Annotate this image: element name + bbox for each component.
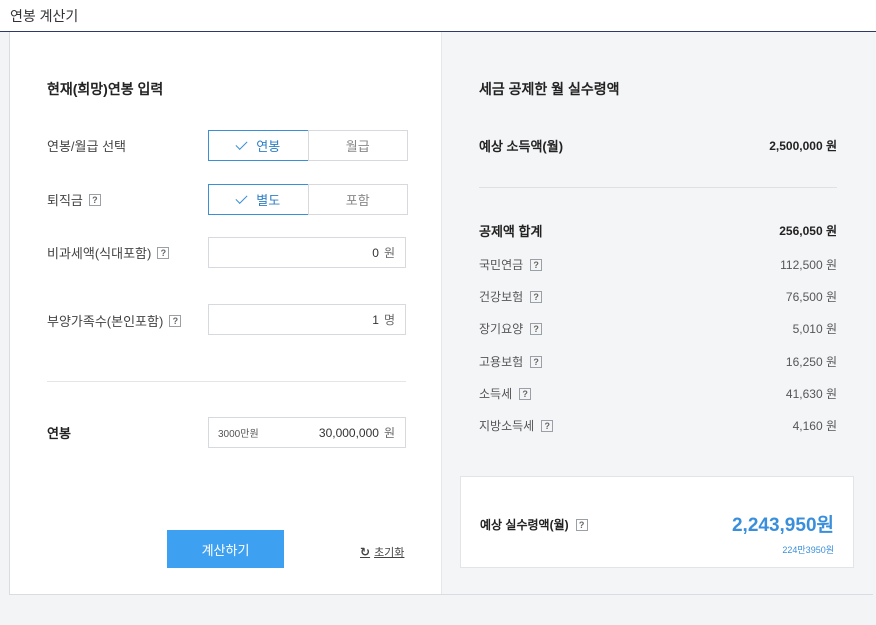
input-section-title: 현재(희망)연봉 입력 bbox=[47, 81, 164, 97]
deduction-total-row: 공제액 합계 256,050 원 bbox=[479, 221, 837, 240]
window-title: 연봉 계산기 bbox=[10, 8, 79, 24]
dependents-unit: 명 bbox=[383, 313, 395, 327]
nontaxable-input[interactable]: 0 원 bbox=[208, 237, 406, 268]
severance-option-separate[interactable]: 별도 bbox=[208, 184, 309, 215]
title-bar: 연봉 계산기 bbox=[0, 0, 876, 32]
deduction-label: 고용보험 bbox=[479, 355, 524, 369]
help-question-icon[interactable]: ? bbox=[575, 518, 588, 531]
calculator-panel: 현재(희망)연봉 입력 연봉/월급 선택 연봉 월급 퇴직금 ? 별도 포함 비… bbox=[9, 32, 873, 595]
severance-option-included[interactable]: 포함 bbox=[307, 184, 408, 215]
refresh-icon: ↻ bbox=[360, 545, 371, 559]
net-income-label-text: 예상 실수령액(월) bbox=[480, 518, 569, 532]
net-income-box: 예상 실수령액(월) ? 2,243,950원 224만3950원 bbox=[460, 476, 854, 568]
expected-income-label: 예상 소득액(월) bbox=[479, 139, 564, 154]
salary-type-label: 연봉/월급 선택 bbox=[47, 136, 126, 155]
deduction-value: 16,250 원 bbox=[785, 355, 837, 369]
annual-salary-label-text: 연봉 bbox=[47, 426, 71, 441]
salary-type-toggle: 연봉 월급 bbox=[208, 130, 408, 161]
input-section: 현재(희망)연봉 입력 연봉/월급 선택 연봉 월급 퇴직금 ? 별도 포함 비… bbox=[10, 32, 442, 594]
net-income-sub-value: 224만3950원 bbox=[782, 545, 834, 555]
annual-salary-input[interactable]: 3000만원 30,000,000 원 bbox=[208, 417, 406, 448]
annual-salary-label: 연봉 bbox=[47, 423, 71, 442]
severance-option-separate-label: 별도 bbox=[256, 193, 281, 208]
expected-income-value: 2,500,000 원 bbox=[769, 139, 837, 153]
check-icon bbox=[235, 191, 248, 205]
result-section: 세금 공제한 월 실수령액 예상 소득액(월) 2,500,000 원 공제액 … bbox=[442, 32, 873, 594]
severance-option-included-label: 포함 bbox=[345, 193, 370, 208]
dependents-label: 부양가족수(본인포함) ? bbox=[47, 311, 182, 330]
deduction-label: 지방소득세 bbox=[479, 419, 535, 433]
input-divider bbox=[47, 381, 406, 382]
help-question-icon[interactable]: ? bbox=[519, 387, 532, 400]
help-question-icon[interactable]: ? bbox=[157, 246, 170, 259]
deduction-value: 112,500 원 bbox=[780, 258, 837, 272]
deduction-label: 소득세 bbox=[479, 387, 513, 401]
salary-type-label-text: 연봉/월급 선택 bbox=[47, 139, 126, 154]
help-question-icon[interactable]: ? bbox=[530, 290, 543, 303]
result-divider bbox=[479, 187, 837, 188]
nontaxable-unit: 원 bbox=[383, 246, 395, 260]
deduction-total-label: 공제액 합계 bbox=[479, 224, 543, 239]
deduction-row-pension: 국민연금? 112,500 원 bbox=[479, 256, 837, 273]
severance-label-text: 퇴직금 bbox=[47, 193, 83, 208]
net-income-value: 2,243,950원 bbox=[731, 515, 834, 536]
dependents-value: 1 bbox=[372, 312, 379, 327]
help-question-icon[interactable]: ? bbox=[530, 355, 543, 368]
annual-salary-unit: 원 bbox=[383, 426, 395, 440]
deduction-row-income-tax: 소득세? 41,630 원 bbox=[479, 385, 837, 402]
deduction-value: 5,010 원 bbox=[792, 322, 837, 336]
dependents-label-text: 부양가족수(본인포함) bbox=[47, 314, 164, 329]
salary-type-option-monthly[interactable]: 월급 bbox=[307, 130, 408, 161]
deduction-row-health: 건강보험? 76,500 원 bbox=[479, 288, 837, 305]
deduction-value: 41,630 원 bbox=[785, 387, 837, 401]
salary-type-option-monthly-label: 월급 bbox=[345, 139, 370, 154]
help-question-icon[interactable]: ? bbox=[530, 322, 543, 335]
annual-salary-hint: 3000만원 bbox=[218, 429, 259, 440]
help-question-icon[interactable]: ? bbox=[169, 314, 182, 327]
result-section-title: 세금 공제한 월 실수령액 bbox=[479, 81, 620, 97]
deduction-row-employment: 고용보험? 16,250 원 bbox=[479, 353, 837, 370]
deduction-label: 국민연금 bbox=[479, 258, 524, 272]
nontaxable-value: 0 bbox=[372, 245, 379, 260]
deduction-label: 건강보험 bbox=[479, 290, 524, 304]
reset-button-label: 초기화 bbox=[374, 547, 405, 559]
check-icon bbox=[235, 137, 248, 151]
severance-label: 퇴직금 ? bbox=[47, 190, 101, 209]
deduction-total-value: 256,050 원 bbox=[779, 224, 837, 238]
annual-salary-value: 30,000,000 bbox=[318, 425, 379, 440]
reset-button[interactable]: ↻ 초기화 bbox=[360, 544, 404, 560]
nontaxable-label-text: 비과세액(식대포함) bbox=[47, 246, 152, 261]
salary-type-option-annual[interactable]: 연봉 bbox=[208, 130, 309, 161]
deduction-row-local-tax: 지방소득세? 4,160 원 bbox=[479, 417, 837, 434]
dependents-input[interactable]: 1 명 bbox=[208, 304, 406, 335]
deduction-value: 76,500 원 bbox=[785, 290, 837, 304]
deduction-row-longterm-care: 장기요양? 5,010 원 bbox=[479, 320, 837, 337]
calculate-button[interactable]: 계산하기 bbox=[167, 530, 284, 568]
help-question-icon[interactable]: ? bbox=[541, 419, 554, 432]
nontaxable-label: 비과세액(식대포함) ? bbox=[47, 243, 170, 262]
salary-type-option-annual-label: 연봉 bbox=[256, 139, 281, 154]
severance-toggle: 별도 포함 bbox=[208, 184, 408, 215]
help-question-icon[interactable]: ? bbox=[88, 193, 101, 206]
net-income-label: 예상 실수령액(월) ? bbox=[480, 516, 588, 533]
expected-income-row: 예상 소득액(월) 2,500,000 원 bbox=[479, 136, 837, 155]
deduction-value: 4,160 원 bbox=[792, 419, 837, 433]
deduction-label: 장기요양 bbox=[479, 322, 524, 336]
help-question-icon[interactable]: ? bbox=[530, 258, 543, 271]
